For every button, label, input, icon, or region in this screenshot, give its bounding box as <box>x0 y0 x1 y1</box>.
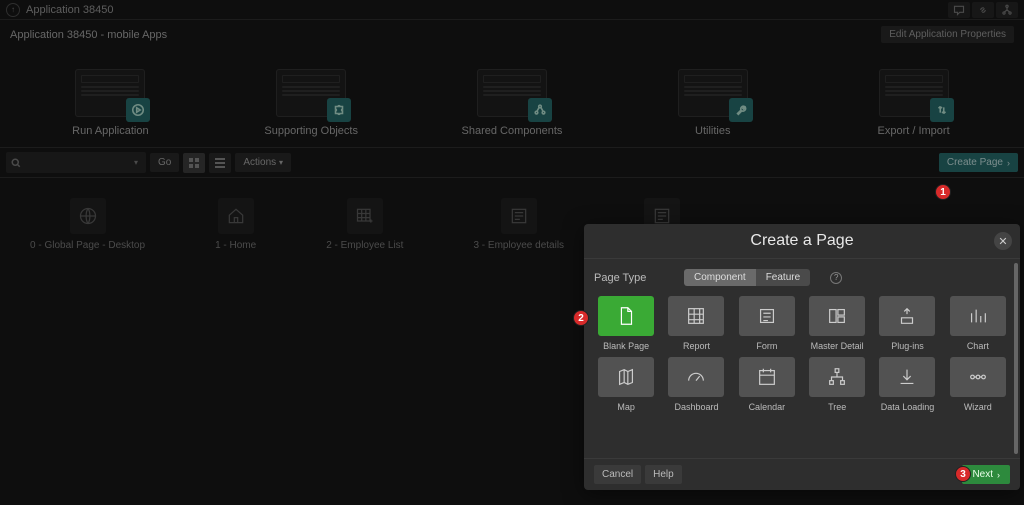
chevron-right-icon: › <box>997 470 1000 480</box>
tile-plugins[interactable]: Plug-ins <box>875 296 939 351</box>
grid-icon <box>685 305 707 327</box>
map-icon <box>615 366 637 388</box>
plugin-icon <box>896 305 918 327</box>
chart-icon <box>967 305 989 327</box>
annotation-marker-1: 1 <box>935 184 951 200</box>
create-page-modal: Create a Page ✕ Page Type Component Feat… <box>584 224 1020 490</box>
annotation-marker-3: 3 <box>955 466 971 482</box>
cancel-button[interactable]: Cancel <box>594 465 641 484</box>
tile-map[interactable]: Map <box>594 357 658 412</box>
close-icon[interactable]: ✕ <box>994 232 1012 250</box>
form2-icon <box>756 305 778 327</box>
tile-blank-page[interactable]: Blank Page <box>594 296 658 351</box>
component-tile-grid: Blank Page Report Form Master Detail Plu… <box>594 296 1010 412</box>
gauge-icon <box>685 366 707 388</box>
help-icon[interactable]: ? <box>830 272 842 284</box>
tree-icon <box>826 366 848 388</box>
page-type-label: Page Type <box>594 272 664 284</box>
tile-calendar[interactable]: Calendar <box>735 357 799 412</box>
download-icon <box>896 366 918 388</box>
annotation-marker-2: 2 <box>573 310 589 326</box>
tile-chart[interactable]: Chart <box>946 296 1010 351</box>
segment-feature[interactable]: Feature <box>756 269 810 286</box>
scrollbar[interactable] <box>1014 263 1018 454</box>
tile-master-detail[interactable]: Master Detail <box>805 296 869 351</box>
wizard-icon <box>967 366 989 388</box>
tile-wizard[interactable]: Wizard <box>946 357 1010 412</box>
tile-dashboard[interactable]: Dashboard <box>664 357 728 412</box>
help-button[interactable]: Help <box>645 465 682 484</box>
tile-tree[interactable]: Tree <box>805 357 869 412</box>
modal-title: Create a Page <box>750 232 853 250</box>
tile-report[interactable]: Report <box>664 296 728 351</box>
page-type-segmented: Component Feature <box>684 269 810 286</box>
tile-data-loading[interactable]: Data Loading <box>875 357 939 412</box>
file-icon <box>615 305 637 327</box>
master-detail-icon <box>826 305 848 327</box>
segment-component[interactable]: Component <box>684 269 756 286</box>
calendar-icon <box>756 366 778 388</box>
tile-form[interactable]: Form <box>735 296 799 351</box>
